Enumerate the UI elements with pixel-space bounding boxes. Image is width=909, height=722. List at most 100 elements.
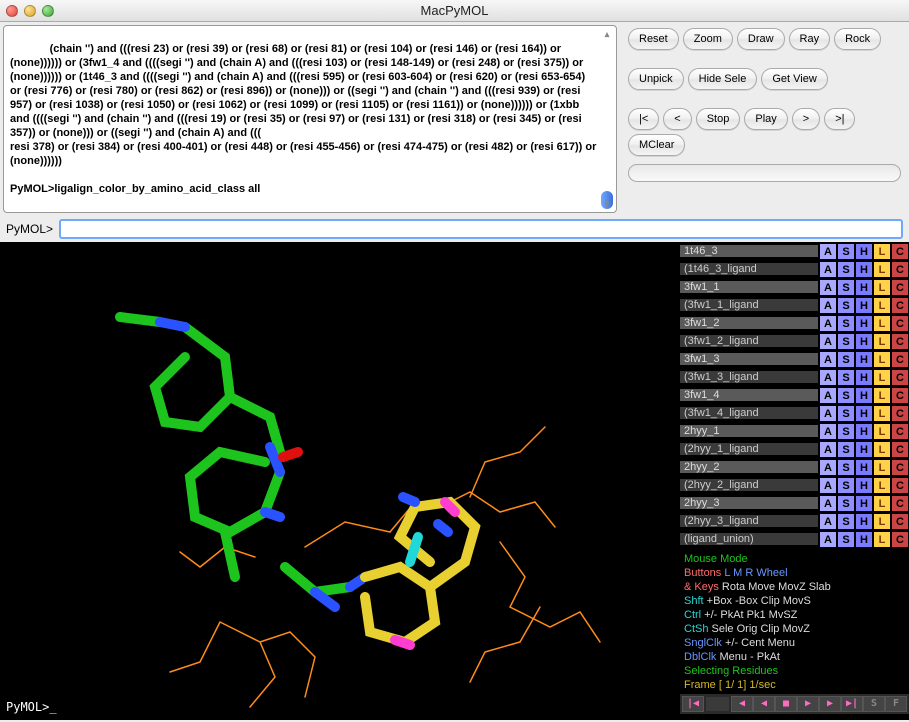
hide-sele-button[interactable]: Hide Sele (688, 68, 758, 90)
--button[interactable]: < (663, 108, 691, 130)
object-h-button[interactable]: H (855, 387, 873, 404)
object-l-button[interactable]: L (873, 495, 891, 512)
object-h-button[interactable]: H (855, 243, 873, 260)
object-h-button[interactable]: H (855, 441, 873, 458)
object-c-button[interactable]: C (891, 531, 909, 548)
object-s-button[interactable]: S (837, 513, 855, 530)
object-h-button[interactable]: H (855, 459, 873, 476)
object-s-button[interactable]: S (837, 279, 855, 296)
object-name[interactable]: 1t46_3 (680, 245, 819, 257)
object-s-button[interactable]: S (837, 351, 855, 368)
object-l-button[interactable]: L (873, 441, 891, 458)
object-row[interactable]: 3fw1_1ASHLC (680, 278, 909, 296)
draw-button[interactable]: Draw (737, 28, 785, 50)
object-name[interactable]: (1t46_3_ligand (680, 263, 819, 275)
object-h-button[interactable]: H (855, 351, 873, 368)
object-name[interactable]: 3fw1_1 (680, 281, 819, 293)
mclear-button[interactable]: MClear (628, 134, 685, 156)
object-a-button[interactable]: A (819, 441, 837, 458)
transport-button[interactable]: S (863, 696, 885, 712)
object-row[interactable]: 3fw1_3ASHLC (680, 350, 909, 368)
object-a-button[interactable]: A (819, 279, 837, 296)
object-c-button[interactable]: C (891, 369, 909, 386)
object-h-button[interactable]: H (855, 513, 873, 530)
object-name[interactable]: (3fw1_3_ligand (680, 371, 819, 383)
object-a-button[interactable]: A (819, 459, 837, 476)
object-row[interactable]: (ligand_union)ASHLC (680, 530, 909, 548)
object-a-button[interactable]: A (819, 243, 837, 260)
object-a-button[interactable]: A (819, 261, 837, 278)
object-name[interactable]: (2hyy_1_ligand (680, 443, 819, 455)
object-s-button[interactable]: S (837, 261, 855, 278)
object-s-button[interactable]: S (837, 315, 855, 332)
object-c-button[interactable]: C (891, 459, 909, 476)
object-row[interactable]: (3fw1_1_ligandASHLC (680, 296, 909, 314)
object-l-button[interactable]: L (873, 243, 891, 260)
log-scrollbar[interactable]: ▴ ▾ (601, 29, 613, 209)
object-c-button[interactable]: C (891, 315, 909, 332)
object-c-button[interactable]: C (891, 351, 909, 368)
object-row[interactable]: 2hyy_1ASHLC (680, 422, 909, 440)
command-input[interactable] (59, 219, 903, 239)
transport-button[interactable]: F (885, 696, 907, 712)
object-row[interactable]: 3fw1_4ASHLC (680, 386, 909, 404)
object-c-button[interactable]: C (891, 387, 909, 404)
object-l-button[interactable]: L (873, 513, 891, 530)
object-a-button[interactable]: A (819, 477, 837, 494)
object-row[interactable]: (1t46_3_ligandASHLC (680, 260, 909, 278)
object-h-button[interactable]: H (855, 531, 873, 548)
object-a-button[interactable]: A (819, 423, 837, 440)
object-row[interactable]: 3fw1_2ASHLC (680, 314, 909, 332)
object-c-button[interactable]: C (891, 423, 909, 440)
reset-button[interactable]: Reset (628, 28, 679, 50)
object-s-button[interactable]: S (837, 405, 855, 422)
object-row[interactable]: (2hyy_3_ligandASHLC (680, 512, 909, 530)
transport-button[interactable]: ▶| (841, 696, 863, 712)
object-name[interactable]: 2hyy_3 (680, 497, 819, 509)
rock-button[interactable]: Rock (834, 28, 881, 50)
object-s-button[interactable]: S (837, 387, 855, 404)
object-c-button[interactable]: C (891, 243, 909, 260)
unpick-button[interactable]: Unpick (628, 68, 684, 90)
object-s-button[interactable]: S (837, 333, 855, 350)
object-c-button[interactable]: C (891, 279, 909, 296)
object-h-button[interactable]: H (855, 477, 873, 494)
object-a-button[interactable]: A (819, 513, 837, 530)
transport-button[interactable]: ▶ (797, 696, 819, 712)
object-l-button[interactable]: L (873, 297, 891, 314)
object-a-button[interactable]: A (819, 405, 837, 422)
play-button[interactable]: Play (744, 108, 787, 130)
object-h-button[interactable]: H (855, 261, 873, 278)
object-h-button[interactable]: H (855, 423, 873, 440)
--button[interactable]: |< (628, 108, 659, 130)
object-c-button[interactable]: C (891, 261, 909, 278)
object-c-button[interactable]: C (891, 513, 909, 530)
object-name[interactable]: (3fw1_2_ligand (680, 335, 819, 347)
object-l-button[interactable]: L (873, 387, 891, 404)
object-a-button[interactable]: A (819, 351, 837, 368)
object-s-button[interactable]: S (837, 369, 855, 386)
scroll-down-icon[interactable]: ▾ (601, 199, 613, 209)
object-name[interactable]: (2hyy_3_ligand (680, 515, 819, 527)
transport-button[interactable]: ◀ (753, 696, 775, 712)
object-h-button[interactable]: H (855, 279, 873, 296)
object-name[interactable]: 3fw1_2 (680, 317, 819, 329)
object-h-button[interactable]: H (855, 405, 873, 422)
object-row[interactable]: (3fw1_2_ligandASHLC (680, 332, 909, 350)
object-l-button[interactable]: L (873, 315, 891, 332)
object-row[interactable]: (3fw1_4_ligandASHLC (680, 404, 909, 422)
stop-button[interactable]: Stop (696, 108, 741, 130)
object-row[interactable]: (3fw1_3_ligandASHLC (680, 368, 909, 386)
object-c-button[interactable]: C (891, 405, 909, 422)
object-h-button[interactable]: H (855, 297, 873, 314)
object-h-button[interactable]: H (855, 315, 873, 332)
--button[interactable]: > (792, 108, 820, 130)
object-row[interactable]: 2hyy_2ASHLC (680, 458, 909, 476)
object-a-button[interactable]: A (819, 369, 837, 386)
ray-button[interactable]: Ray (789, 28, 831, 50)
object-name[interactable]: (2hyy_2_ligand (680, 479, 819, 491)
zoom-button[interactable]: Zoom (683, 28, 733, 50)
object-c-button[interactable]: C (891, 333, 909, 350)
object-s-button[interactable]: S (837, 423, 855, 440)
object-s-button[interactable]: S (837, 297, 855, 314)
